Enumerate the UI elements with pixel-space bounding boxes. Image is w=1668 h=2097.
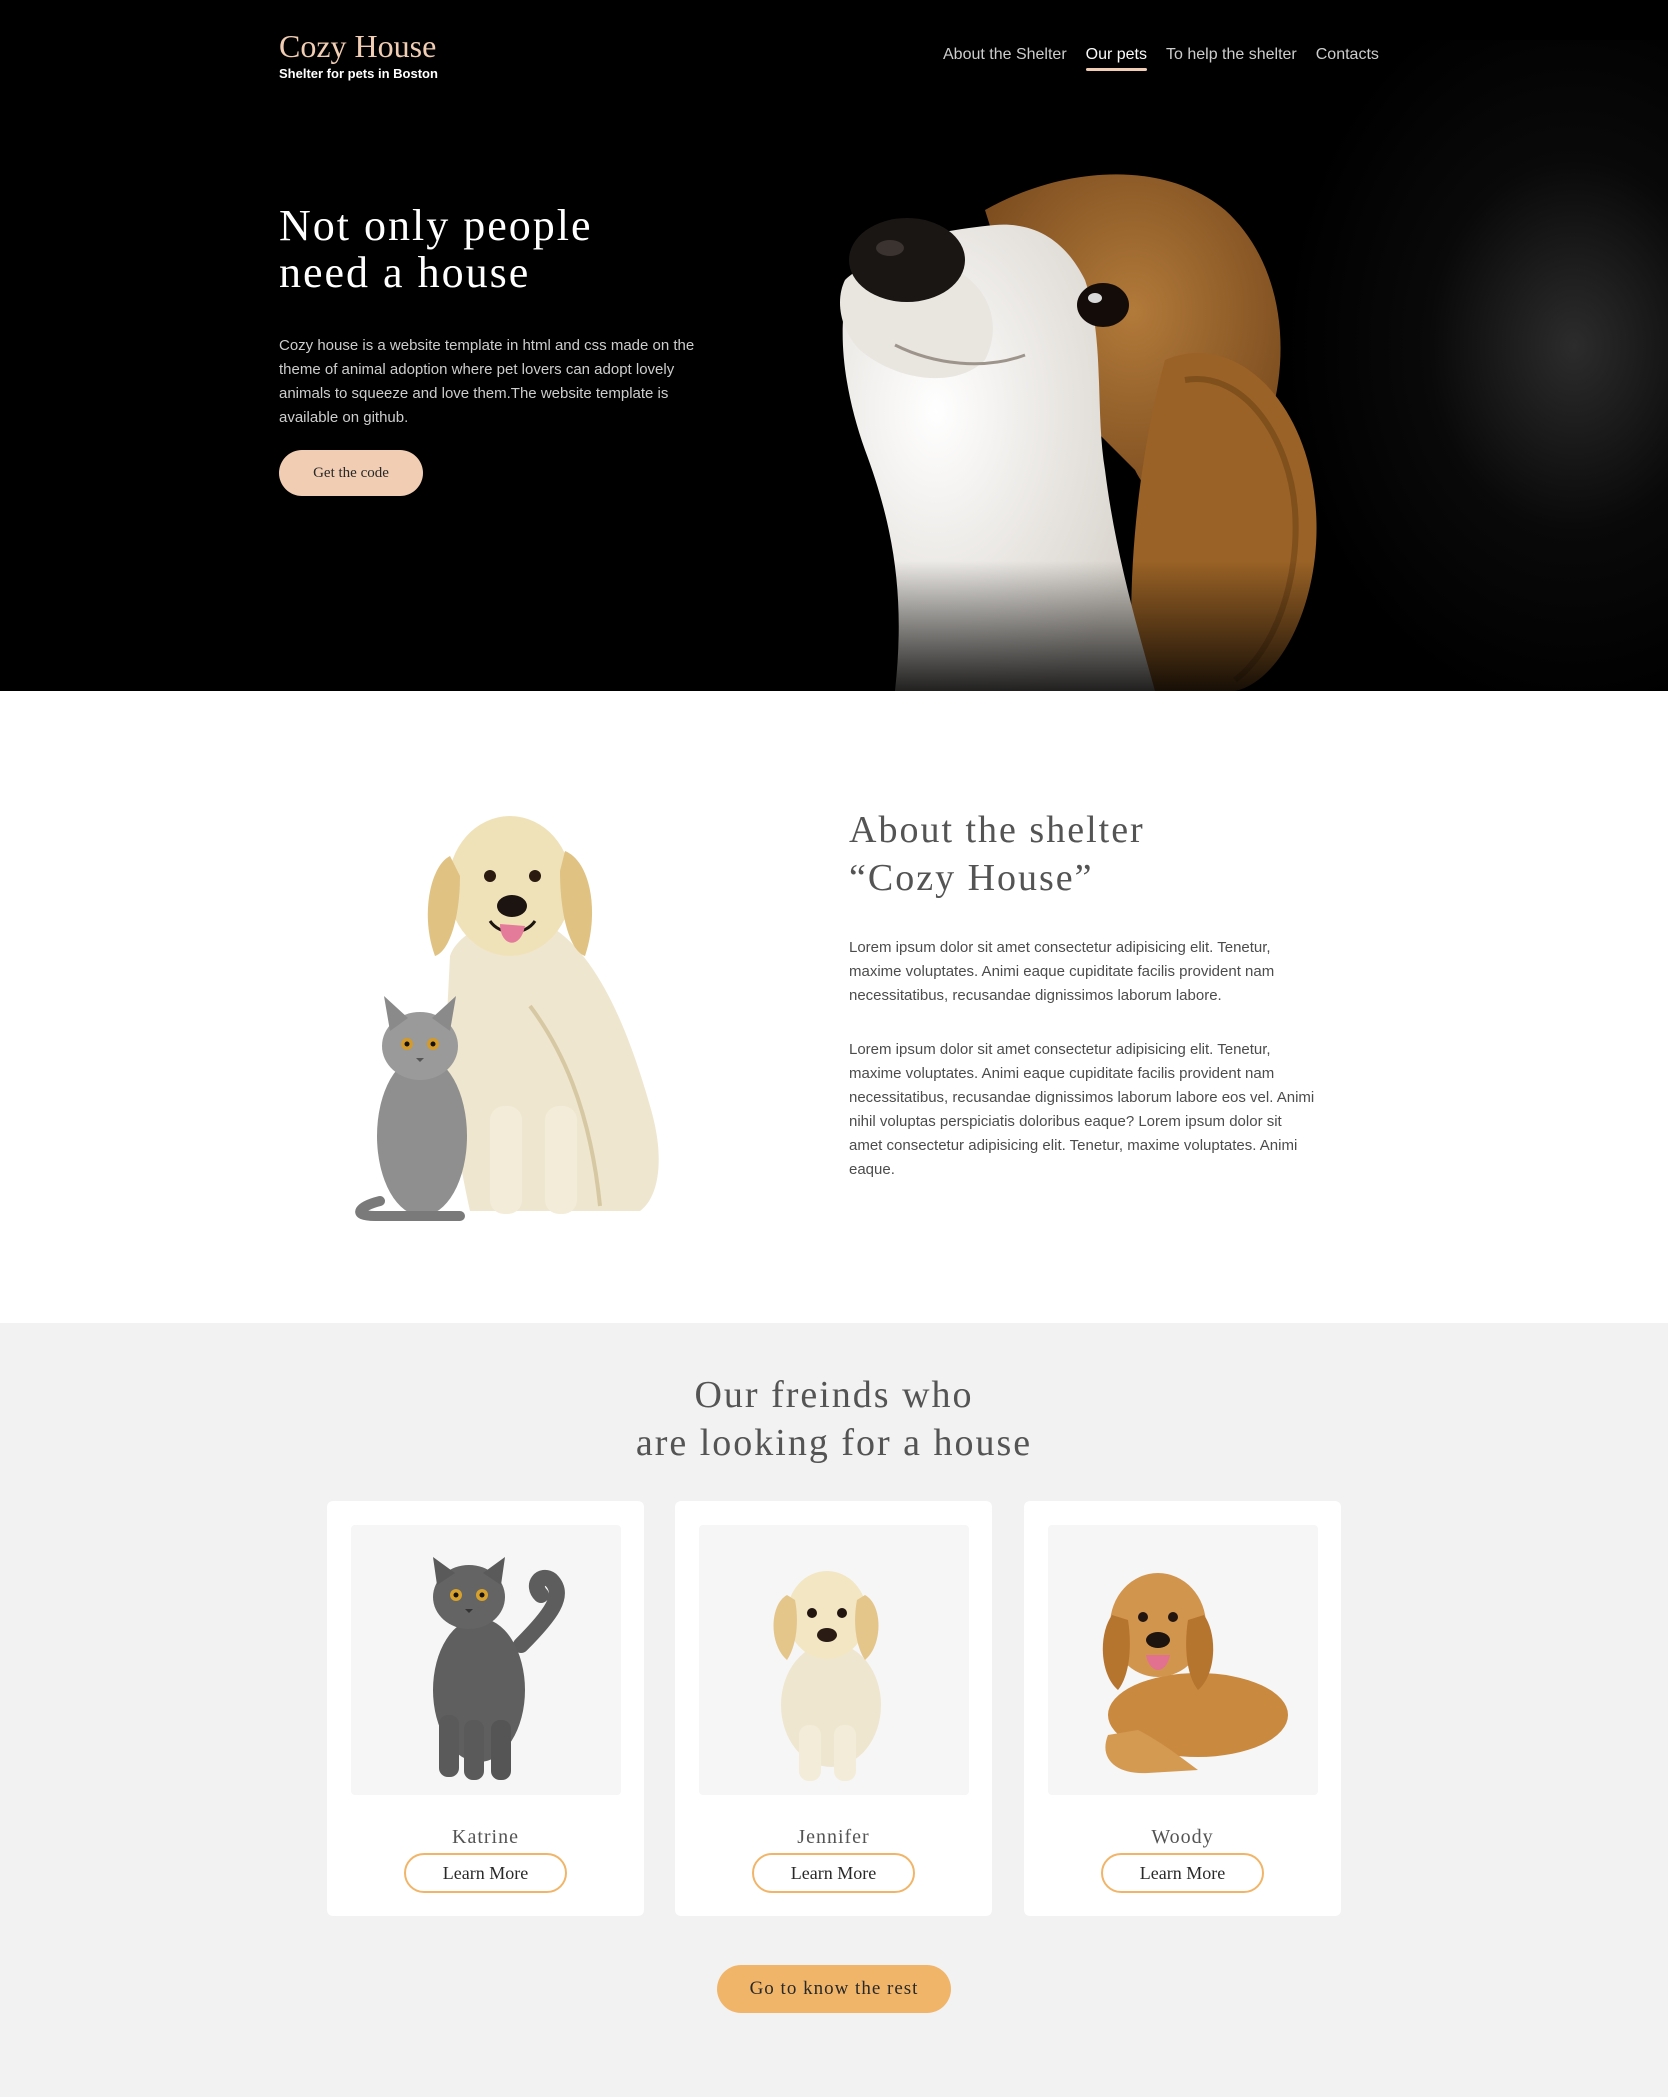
nav-item-our-pets[interactable]: Our pets <box>1085 44 1148 71</box>
about-title-line1: About the shelter <box>849 809 1145 851</box>
learn-more-button[interactable]: Learn More <box>752 1853 915 1893</box>
hero-title: Not only people need a house <box>279 202 593 296</box>
hero-text: Cozy house is a website template in html… <box>279 337 695 426</box>
beagle-puppy-photo <box>835 170 1395 691</box>
pet-card-image <box>1048 1525 1318 1795</box>
about-title: About the shelter “Cozy House” <box>849 806 1145 902</box>
about-paragraph-1: Lorem ipsum dolor sit amet consectetur a… <box>849 939 1275 1004</box>
nav-item-about[interactable]: About the Shelter <box>943 44 1067 66</box>
logo-title: Cozy House <box>279 28 437 64</box>
hero-title-line1: Not only people <box>279 201 593 250</box>
pet-card-jennifer[interactable]: Jennifer Learn More <box>675 1501 992 1916</box>
dog-and-cat-photo <box>355 816 659 1221</box>
pet-card-katrine[interactable]: Katrine Learn More <box>327 1501 644 1916</box>
pet-card-woody[interactable]: Woody Learn More <box>1024 1501 1341 1916</box>
nav-item-help[interactable]: To help the shelter <box>1166 44 1297 66</box>
main-nav: About the Shelter Our pets To help the s… <box>943 44 1379 71</box>
pet-card-image <box>699 1525 969 1795</box>
about-section: About the shelter “Cozy House” Lorem ips… <box>0 691 1668 1323</box>
about-title-line2: “Cozy House” <box>849 857 1094 899</box>
grey-cat-photo <box>433 1557 565 1780</box>
pets-section: Our freinds who are looking for a house … <box>0 1323 1668 2097</box>
pet-name: Katrine <box>452 1826 519 1848</box>
white-puppy-photo <box>773 1571 881 1781</box>
learn-more-button[interactable]: Learn More <box>1101 1853 1264 1893</box>
get-the-code-button[interactable]: Get the code <box>279 450 423 496</box>
learn-more-button[interactable]: Learn More <box>404 1853 567 1893</box>
logo[interactable]: Cozy House Shelter for pets in Boston <box>279 26 438 82</box>
go-to-know-the-rest-button[interactable]: Go to know the rest <box>717 1965 951 2013</box>
logo-subtitle: Shelter for pets in Boston <box>279 66 438 81</box>
pet-name: Jennifer <box>797 1826 870 1848</box>
golden-retriever-photo <box>1102 1573 1288 1774</box>
pet-name: Woody <box>1151 1826 1214 1848</box>
pets-title-line1: Our freinds who <box>694 1374 974 1416</box>
pet-card-image <box>351 1525 621 1795</box>
pets-title-line2: are looking for a house <box>635 1422 1033 1464</box>
pets-title: Our freinds who are looking for a house <box>0 1371 1668 1467</box>
nav-item-contacts[interactable]: Contacts <box>1316 44 1379 66</box>
hero-section: Cozy House Shelter for pets in Boston Ab… <box>0 0 1668 691</box>
hero-title-line2: need a house <box>279 248 531 297</box>
about-paragraph-2: Lorem ipsum dolor sit amet consectetur a… <box>849 1041 1315 1178</box>
